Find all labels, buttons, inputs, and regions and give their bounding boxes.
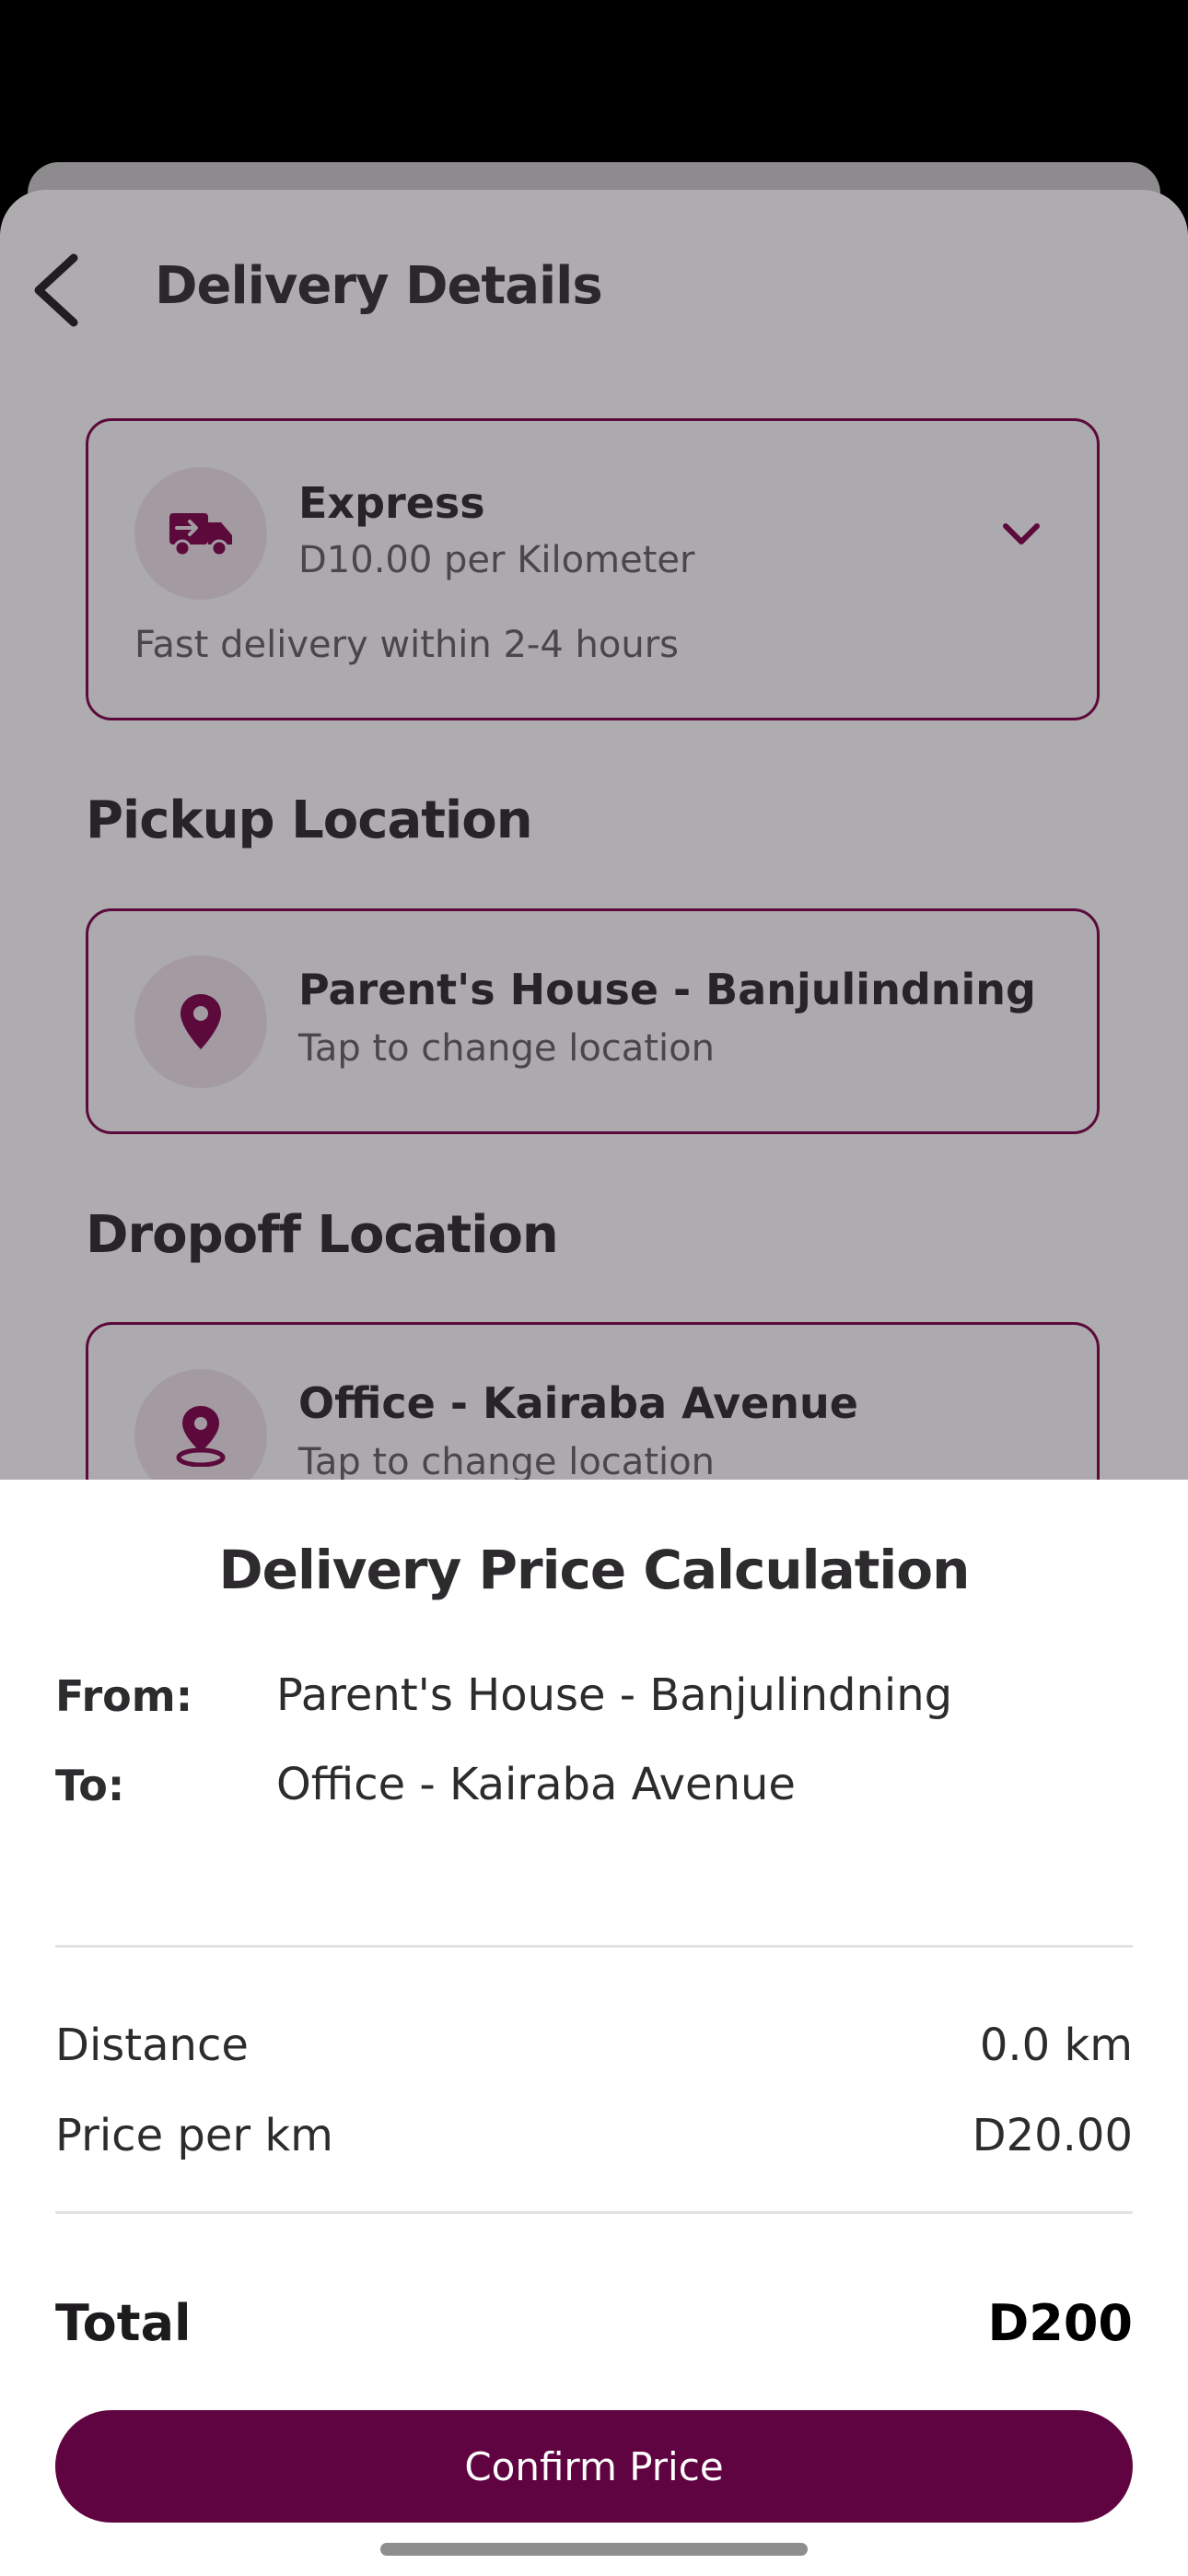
map-pin-icon bbox=[181, 994, 221, 1049]
to-label: To: bbox=[55, 1761, 125, 1810]
dropoff-location-name: Office - Kairaba Avenue bbox=[298, 1378, 858, 1428]
page-title: Delivery Details bbox=[155, 256, 603, 316]
truck-icon bbox=[169, 513, 232, 557]
dropoff-heading: Dropoff Location bbox=[86, 1205, 559, 1265]
dropoff-location-hint: Tap to change location bbox=[298, 1441, 715, 1483]
total-value: D200 bbox=[987, 2294, 1133, 2352]
delivery-option-dropdown[interactable]: Express D10.00 per Kilometer Fast delive… bbox=[86, 418, 1100, 720]
price-per-km-value: D20.00 bbox=[972, 2110, 1133, 2161]
pickup-location-hint: Tap to change location bbox=[298, 1027, 715, 1070]
divider bbox=[55, 2211, 1133, 2214]
home-indicator bbox=[380, 2543, 808, 2556]
confirm-price-button[interactable]: Confirm Price bbox=[55, 2410, 1133, 2523]
delivery-option-name: Express bbox=[298, 478, 485, 528]
from-value: Parent's House - Banjulindning bbox=[276, 1669, 953, 1721]
divider bbox=[55, 1945, 1133, 1948]
pickup-location-card[interactable]: Parent's House - Banjulindning Tap to ch… bbox=[86, 908, 1100, 1134]
delivery-option-icon-circle bbox=[134, 467, 267, 600]
distance-label: Distance bbox=[55, 2020, 249, 2071]
to-value: Office - Kairaba Avenue bbox=[276, 1759, 796, 1810]
price-calculation-modal: Delivery Price Calculation From: Parent'… bbox=[0, 1480, 1188, 2576]
map-pin-target-icon bbox=[176, 1406, 226, 1467]
back-button[interactable] bbox=[26, 249, 96, 332]
pickup-heading: Pickup Location bbox=[86, 790, 533, 850]
modal-title: Delivery Price Calculation bbox=[218, 1539, 971, 1601]
delivery-option-rate: D10.00 per Kilometer bbox=[298, 539, 695, 581]
total-label: Total bbox=[55, 2294, 192, 2352]
pickup-location-name: Parent's House - Banjulindning bbox=[298, 965, 1036, 1014]
chevron-left-icon bbox=[34, 253, 78, 327]
price-per-km-label: Price per km bbox=[55, 2110, 333, 2161]
delivery-option-description: Fast delivery within 2-4 hours bbox=[134, 624, 679, 666]
chevron-down-icon bbox=[1003, 523, 1040, 544]
status-bar bbox=[0, 0, 1188, 166]
from-label: From: bbox=[55, 1671, 193, 1721]
distance-value: 0.0 km bbox=[979, 2020, 1133, 2071]
pickup-icon-circle bbox=[134, 955, 267, 1088]
